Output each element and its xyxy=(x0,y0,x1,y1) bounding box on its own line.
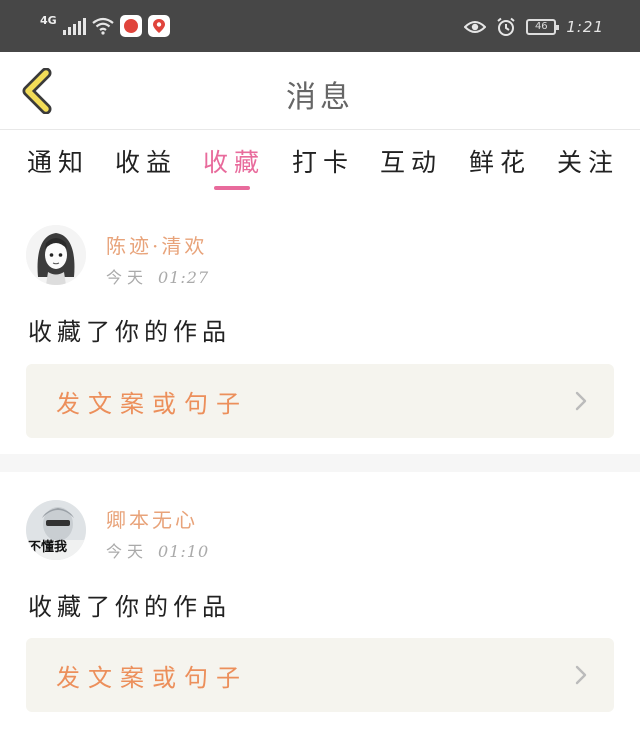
battery-icon: 46 xyxy=(526,19,560,35)
section-divider xyxy=(0,454,640,472)
post-clock: 01:10 xyxy=(158,542,210,561)
user-name[interactable]: 陈迹·清欢 xyxy=(106,230,207,259)
wifi-icon xyxy=(92,17,114,35)
title-bar: 消息 xyxy=(0,52,640,130)
chevron-right-icon xyxy=(575,391,587,411)
tab-notifications[interactable]: 通知 xyxy=(27,143,89,179)
tab-interaction[interactable]: 互动 xyxy=(380,143,442,179)
clock-time: 1:21 xyxy=(566,18,604,36)
map-notification-icon xyxy=(147,15,170,37)
page-title: 消息 xyxy=(286,80,354,115)
app-notification-icon xyxy=(119,15,142,37)
avatar[interactable] xyxy=(26,225,86,285)
eye-icon xyxy=(464,21,487,33)
tab-following[interactable]: 关注 xyxy=(557,143,619,179)
post-day: 今天 xyxy=(106,268,149,287)
post-time: 今天 01:10 xyxy=(106,538,209,562)
tab-bar: 通知 收益 收藏 打卡 互动 鲜花 关注 xyxy=(0,131,640,197)
tab-earnings[interactable]: 收益 xyxy=(115,143,177,179)
work-link[interactable]: 发文案或句子 xyxy=(26,364,614,438)
user-name[interactable]: 卿本无心 xyxy=(106,504,198,533)
tab-checkin[interactable]: 打卡 xyxy=(292,143,354,179)
work-title: 发文案或句子 xyxy=(56,390,248,418)
action-text: 收藏了你的作品 xyxy=(28,593,231,621)
work-title: 发文案或句子 xyxy=(56,664,248,692)
avatar[interactable]: 不懂我 xyxy=(26,500,86,560)
status-bar: 4G 46 1:21 xyxy=(0,0,640,52)
message-card: 不懂我 卿本无心 今天 01:10 收藏了你的作品 发文案或句子 xyxy=(0,472,640,731)
network-type: 4G xyxy=(40,13,57,27)
active-tab-indicator xyxy=(214,186,250,190)
post-time: 今天 01:27 xyxy=(106,264,209,288)
post-day: 今天 xyxy=(106,542,149,561)
status-left: 4G xyxy=(40,12,170,40)
avatar-caption: 不懂我 xyxy=(28,540,68,555)
action-text: 收藏了你的作品 xyxy=(28,318,231,346)
tab-flowers[interactable]: 鲜花 xyxy=(469,143,531,179)
signal-icon xyxy=(62,17,86,35)
work-link[interactable]: 发文案或句子 xyxy=(26,638,614,712)
tab-favorites[interactable]: 收藏 xyxy=(203,143,265,179)
status-right: 46 1:21 xyxy=(464,14,604,40)
chevron-right-icon xyxy=(575,665,587,685)
post-clock: 01:27 xyxy=(158,268,210,287)
message-card: 陈迹·清欢 今天 01:27 收藏了你的作品 发文案或句子 xyxy=(0,200,640,454)
alarm-icon xyxy=(497,17,515,36)
